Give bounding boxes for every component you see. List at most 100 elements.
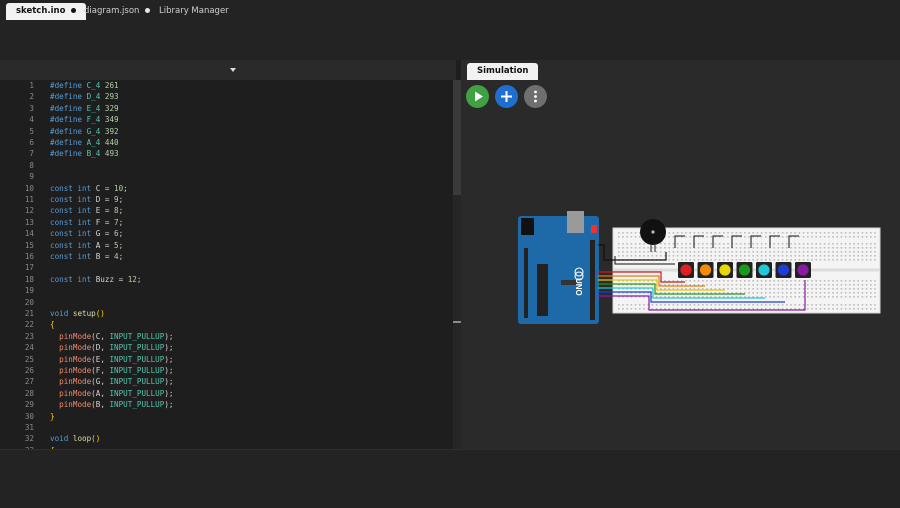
tab-diagram-json[interactable]: diagram.json [74, 3, 160, 20]
line-number: 26 [24, 366, 34, 375]
line-number: 14 [24, 229, 34, 239]
line-number: 22 [24, 320, 34, 330]
pushbutton[interactable] [736, 262, 753, 278]
board-label: UNO [574, 278, 583, 296]
code-text: const int E = 8; [50, 206, 124, 216]
editor-scrollbar-thumb[interactable] [453, 80, 461, 195]
code-line[interactable]: 19 [0, 285, 450, 296]
line-number: 3 [29, 103, 34, 113]
tab-label: diagram.json [84, 6, 140, 16]
line-number: 13 [24, 217, 34, 227]
code-line[interactable]: 17 [0, 262, 450, 273]
pushbutton[interactable] [756, 262, 772, 278]
code-text: void loop() [50, 434, 101, 444]
code-text: void setup() [50, 309, 105, 318]
code-line[interactable]: 29 pinMode(B, INPUT_PULLUP); [0, 399, 450, 410]
code-line[interactable]: 27 pinMode(G, INPUT_PULLUP); [0, 376, 450, 387]
line-number: 11 [24, 195, 34, 204]
code-line[interactable]: 26 pinMode(F, INPUT_PULLUP); [0, 365, 450, 376]
code-text: #define D_4 293 [50, 92, 119, 102]
code-text: const int F = 7; [50, 217, 124, 227]
pushbutton[interactable] [717, 262, 733, 278]
line-number: 20 [24, 297, 34, 307]
line-number: 23 [24, 331, 34, 341]
line-number: 31 [24, 423, 34, 432]
code-line[interactable]: 16 const int B = 4; [0, 251, 450, 262]
code-line[interactable]: 21 void setup() [0, 308, 450, 319]
line-number: 16 [24, 252, 34, 261]
line-number: 12 [24, 206, 34, 216]
code-line[interactable]: 30} [0, 411, 450, 422]
code-line[interactable]: 5 #define G_4 392 [0, 126, 450, 137]
tab-label: Library Manager [159, 6, 229, 16]
line-number: 5 [29, 126, 34, 136]
code-text: pinMode(A, INPUT_PULLUP); [59, 388, 174, 398]
code-line[interactable]: 23 pinMode(C, INPUT_PULLUP); [0, 331, 450, 342]
code-text: const int C = 10; [50, 183, 128, 193]
code-text: #define B_4 493 [50, 149, 119, 159]
arduino-uno-board[interactable]: UNO [518, 211, 599, 324]
pushbutton[interactable] [795, 262, 811, 278]
line-number: 9 [29, 172, 34, 182]
pane-resize-handle[interactable] [453, 321, 461, 323]
code-text: const int Buzz = 12; [50, 274, 142, 284]
line-number: 30 [24, 411, 34, 421]
code-line[interactable]: 8 [0, 160, 450, 171]
tab-library-manager[interactable]: Library Manager [149, 3, 239, 20]
pushbutton[interactable] [697, 262, 714, 278]
code-line[interactable]: 3 #define E_4 329 [0, 103, 450, 114]
code-text: pinMode(C, INPUT_PULLUP); [59, 331, 174, 341]
code-line[interactable]: 25 pinMode(E, INPUT_PULLUP); [0, 354, 450, 365]
code-line[interactable]: 20 [0, 297, 450, 308]
pushbuttons[interactable] [678, 262, 811, 278]
code-line[interactable]: 10 const int C = 10; [0, 183, 450, 194]
line-number: 10 [24, 183, 34, 193]
code-line[interactable]: 22 { [0, 319, 450, 330]
line-number: 17 [24, 263, 34, 273]
line-number: 7 [29, 149, 34, 159]
code-line[interactable]: 18 const int Buzz = 12; [0, 274, 450, 285]
code-text: pinMode(D, INPUT_PULLUP); [59, 343, 174, 353]
tab-label: sketch.ino [16, 6, 66, 16]
line-number: 25 [24, 354, 34, 364]
code-line[interactable]: 9 [0, 171, 450, 182]
code-text: #define F_4 349 [50, 115, 119, 125]
code-line[interactable]: 32 void loop() [0, 433, 450, 444]
code-line[interactable]: 31 [0, 422, 450, 433]
pushbutton[interactable] [678, 262, 694, 278]
code-line[interactable]: 7 #define B_4 493 [0, 148, 450, 159]
code-line[interactable]: 6 #define A_4 440 [0, 137, 450, 148]
code-text: pinMode(F, INPUT_PULLUP); [59, 366, 174, 375]
code-line[interactable]: 11 const int D = 9; [0, 194, 450, 205]
tab-simulation[interactable]: Simulation [467, 63, 539, 80]
code-line[interactable]: 28 pinMode(A, INPUT_PULLUP); [0, 388, 450, 399]
tab-menu-chevron-down-icon[interactable] [230, 68, 236, 72]
code-text: const int A = 5; [50, 240, 124, 250]
circuit-diagram[interactable]: UNO [461, 80, 900, 449]
code-line[interactable]: 12 const int E = 8; [0, 205, 450, 216]
code-text: const int D = 9; [50, 195, 124, 204]
code-editor[interactable]: 1 #define C_4 261 2 #define D_4 293 3 #define… [0, 80, 454, 449]
line-number: 28 [24, 388, 34, 398]
code-text: #define G_4 392 [50, 126, 119, 136]
code-text: pinMode(B, INPUT_PULLUP); [59, 400, 174, 410]
code-text: #define A_4 440 [50, 138, 119, 147]
code-line[interactable]: 24 pinMode(D, INPUT_PULLUP); [0, 342, 450, 353]
bottom-bar [0, 449, 900, 508]
code-line[interactable]: 13 const int F = 7; [0, 217, 450, 228]
line-number: 29 [24, 400, 34, 410]
code-text: pinMode(E, INPUT_PULLUP); [59, 354, 174, 364]
code-text: #define C_4 261 [50, 81, 119, 90]
line-number: 21 [24, 309, 34, 318]
code-text: #define E_4 329 [50, 103, 119, 113]
code-line[interactable]: 2 #define D_4 293 [0, 91, 450, 102]
code-line[interactable]: 4 #define F_4 349 [0, 114, 450, 125]
code-line[interactable]: 14 const int G = 6; [0, 228, 450, 239]
code-line[interactable]: 1 #define C_4 261 [0, 80, 450, 91]
line-number: 1 [29, 81, 34, 90]
code-line[interactable]: 15 const int A = 5; [0, 240, 450, 251]
line-number: 24 [24, 343, 34, 353]
code-text: } [50, 411, 55, 421]
pushbutton[interactable] [775, 262, 792, 278]
line-number: 18 [24, 274, 34, 284]
